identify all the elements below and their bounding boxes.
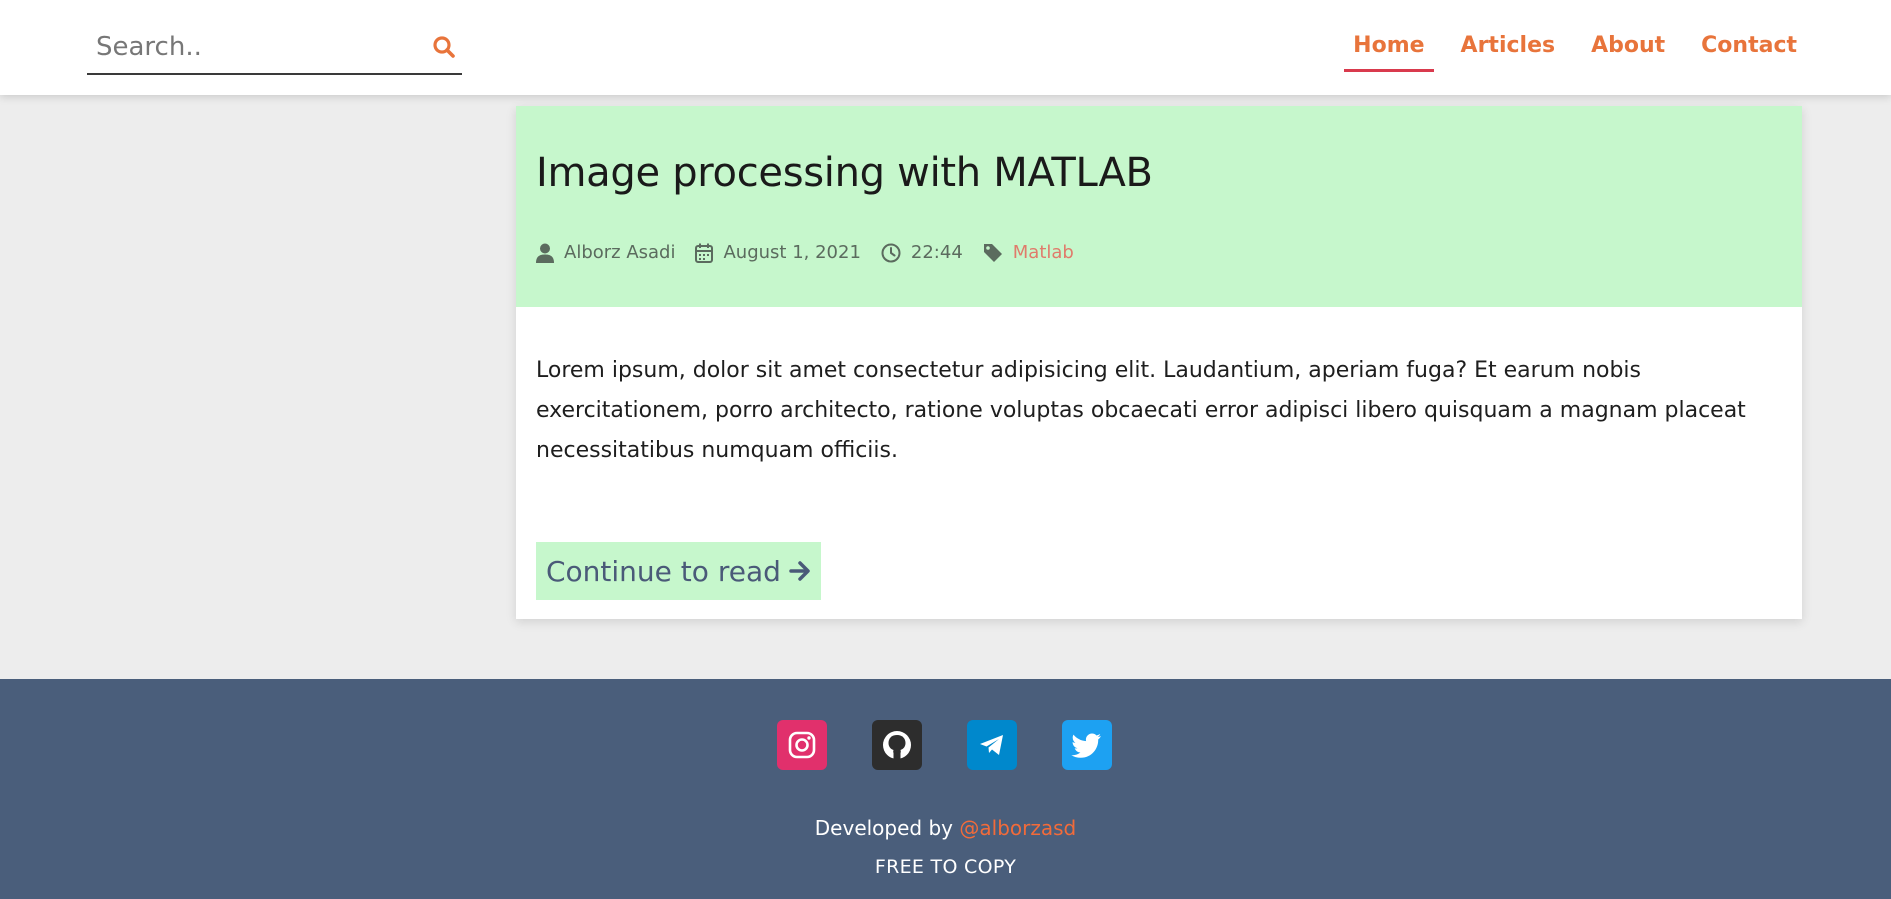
author-meta: Alborz Asadi — [536, 242, 675, 263]
article-date: August 1, 2021 — [723, 242, 861, 263]
time-meta: 22:44 — [881, 242, 963, 263]
calendar-icon — [695, 243, 714, 263]
developed-by-text: Developed by — [814, 816, 954, 840]
nav-contact[interactable]: Contact — [1692, 24, 1806, 72]
clock-icon — [881, 243, 901, 262]
date-meta: August 1, 2021 — [695, 242, 861, 263]
search-icon — [433, 35, 455, 58]
nav-home[interactable]: Home — [1344, 24, 1434, 72]
github-link[interactable] — [872, 720, 922, 770]
article-header: Image processing with MATLAB Alborz Asad… — [516, 106, 1802, 307]
footer: Developed by @alborzasd FREE TO COPY — [0, 679, 1891, 899]
twitter-icon — [1071, 733, 1101, 758]
developer-link[interactable]: @alborzasd — [959, 816, 1076, 840]
telegram-link[interactable] — [967, 720, 1017, 770]
article-title[interactable]: Image processing with MATLAB — [536, 150, 1153, 196]
header: Home Articles About Contact — [0, 0, 1891, 95]
author-name: Alborz Asadi — [564, 242, 676, 263]
social-links — [777, 720, 1112, 770]
article-excerpt: Lorem ipsum, dolor sit amet consectetur … — [536, 358, 1746, 463]
continue-reading-label: Continue to read — [546, 554, 781, 588]
nav-about[interactable]: About — [1582, 24, 1674, 72]
arrow-right-icon — [789, 561, 810, 581]
article-time: 22:44 — [910, 242, 963, 263]
continue-reading-button[interactable]: Continue to read — [536, 542, 821, 600]
main-nav: Home Articles About Contact — [1326, 24, 1806, 72]
article-meta: Alborz Asadi August 1, 2021 22:44 Matlab — [536, 242, 1094, 263]
tag-icon — [983, 243, 1002, 262]
article-card: Image processing with MATLAB Alborz Asad… — [516, 106, 1802, 619]
instagram-icon — [788, 731, 816, 759]
user-icon — [536, 243, 554, 263]
search-box — [87, 24, 462, 75]
instagram-link[interactable] — [777, 720, 827, 770]
copy-note: FREE TO COPY — [874, 856, 1017, 878]
tag-meta: Matlab — [983, 242, 1074, 263]
telegram-icon — [980, 735, 1003, 755]
search-input[interactable] — [87, 24, 417, 70]
nav-articles[interactable]: Articles — [1452, 24, 1565, 72]
twitter-link[interactable] — [1062, 720, 1112, 770]
article-tag-link[interactable]: Matlab — [1013, 242, 1074, 263]
github-icon — [883, 731, 911, 759]
developer-credit: Developed by @alborzasd — [0, 816, 1891, 840]
search-button[interactable] — [430, 34, 458, 62]
